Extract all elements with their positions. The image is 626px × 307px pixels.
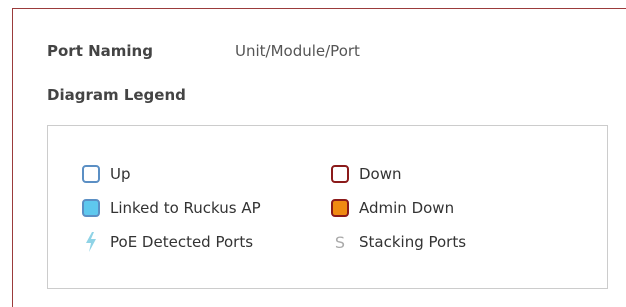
up-swatch-icon (82, 165, 100, 183)
legend-label-linked: Linked to Ruckus AP (110, 199, 261, 217)
admin-down-swatch-icon (331, 199, 349, 217)
legend-box: Up Down Linked to Ruckus AP Admin Down P… (47, 125, 608, 289)
port-naming-row: Port Naming Unit/Module/Port (47, 42, 360, 60)
legend-label-up: Up (110, 165, 131, 183)
legend-item-stacking: S Stacking Ports (331, 231, 466, 253)
diagram-legend-row: Diagram Legend (47, 86, 186, 104)
legend-item-linked: Linked to Ruckus AP (82, 197, 261, 219)
stacking-s-icon: S (334, 232, 346, 252)
legend-item-up: Up (82, 163, 131, 185)
legend-item-down: Down (331, 163, 402, 185)
legend-item-admin-down: Admin Down (331, 197, 454, 219)
port-naming-label: Port Naming (47, 42, 153, 60)
legend-item-poe: PoE Detected Ports (82, 231, 253, 253)
down-swatch-icon (331, 165, 349, 183)
legend-label-stacking: Stacking Ports (359, 233, 467, 251)
lightning-bolt-icon (82, 232, 100, 252)
diagram-legend-title: Diagram Legend (47, 86, 186, 104)
legend-label-poe: PoE Detected Ports (110, 233, 254, 251)
port-naming-value: Unit/Module/Port (235, 42, 360, 60)
legend-label-down: Down (359, 165, 402, 183)
legend-label-admin-down: Admin Down (359, 199, 455, 217)
linked-swatch-icon (82, 199, 100, 217)
